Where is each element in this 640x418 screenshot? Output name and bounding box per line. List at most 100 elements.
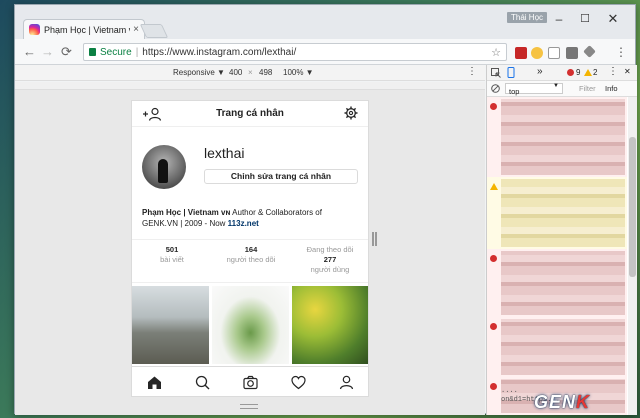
profile-header: Trang cá nhân bbox=[132, 101, 368, 127]
tab-title: Phạm Học | Vietnam vn bbox=[44, 24, 131, 35]
resize-handle-bottom[interactable] bbox=[240, 404, 258, 409]
page-title: Trang cá nhân bbox=[216, 108, 284, 119]
resize-handle-right[interactable] bbox=[372, 232, 377, 246]
bookmark-star-icon[interactable]: ☆ bbox=[491, 46, 501, 59]
device-mode-select[interactable]: Responsive ▼ bbox=[173, 68, 225, 77]
profile-stats: 501 bài viết 164 người theo dõi Đang the… bbox=[132, 239, 368, 283]
chevron-down-icon: ▼ bbox=[553, 83, 559, 89]
profile-badge[interactable]: Thái Học bbox=[507, 12, 548, 23]
extension-icon[interactable] bbox=[531, 47, 543, 59]
watermark-text: GEN bbox=[534, 392, 577, 412]
minimize-button[interactable]: – bbox=[549, 11, 569, 27]
maximize-button[interactable]: ☐ bbox=[575, 11, 595, 27]
context-value: top bbox=[509, 87, 520, 96]
search-icon[interactable] bbox=[195, 375, 210, 390]
close-window-button[interactable]: ✕ bbox=[603, 11, 623, 27]
extension-icon[interactable] bbox=[515, 47, 527, 59]
secure-label: Secure bbox=[100, 46, 132, 58]
browser-tab[interactable]: Phạm Học | Vietnam vn × bbox=[23, 19, 145, 39]
home-icon[interactable] bbox=[147, 375, 162, 390]
bio-name: Phạm Học | Vietnam vɴ bbox=[142, 208, 231, 217]
bottom-tab-bar bbox=[132, 366, 368, 396]
watermark-accent: K bbox=[576, 392, 591, 412]
devtools-panel: » 9 2 ⋮ ✕ top ▼ Filter Info .... on&d1=h… bbox=[486, 65, 637, 415]
more-tabs-icon[interactable]: » bbox=[537, 66, 543, 77]
ruler bbox=[15, 82, 485, 90]
console-filter-bar: top ▼ Filter Info bbox=[487, 81, 637, 97]
heart-icon[interactable] bbox=[291, 375, 306, 390]
devtools-close-icon[interactable]: ✕ bbox=[624, 67, 631, 76]
zoom-select[interactable]: 100% ▼ bbox=[283, 68, 314, 77]
stat-label-prefix: Đang theo dõi bbox=[306, 245, 354, 254]
photo-thumbnail[interactable] bbox=[292, 286, 368, 364]
stat-label: bài viết bbox=[160, 255, 184, 264]
stat-label: người dùng bbox=[310, 265, 350, 274]
camera-icon[interactable] bbox=[243, 375, 258, 390]
stat-following[interactable]: Đang theo dõi 277 người dùng bbox=[295, 245, 365, 275]
url-input[interactable]: Secure | https://www.instagram.com/lexth… bbox=[83, 43, 507, 61]
blurred-content bbox=[501, 179, 625, 247]
error-icon bbox=[490, 255, 497, 262]
devtools-toolbar: » 9 2 ⋮ ✕ bbox=[487, 65, 637, 81]
blurred-content bbox=[501, 99, 625, 175]
extension-icon[interactable] bbox=[548, 47, 560, 59]
viewport-height-input[interactable]: 498 bbox=[259, 68, 272, 77]
title-bar: Phạm Học | Vietnam vn × Thái Học – ☐ ✕ bbox=[15, 5, 635, 39]
warning-icon bbox=[490, 183, 498, 190]
warning-icon bbox=[584, 69, 592, 76]
scrollbar-thumb[interactable] bbox=[629, 137, 636, 277]
photo-thumbnail[interactable] bbox=[132, 286, 209, 364]
console-warning-message[interactable] bbox=[487, 177, 627, 249]
stat-posts[interactable]: 501 bài viết bbox=[137, 245, 207, 265]
instagram-favicon-icon bbox=[29, 24, 40, 35]
filter-input[interactable]: Filter bbox=[579, 84, 596, 93]
error-icon bbox=[567, 69, 574, 76]
console-error-message[interactable] bbox=[487, 249, 627, 317]
console-error-message[interactable] bbox=[487, 317, 627, 377]
warning-count[interactable]: 2 bbox=[593, 68, 597, 77]
profile-icon[interactable] bbox=[339, 375, 354, 390]
viewport-width-input[interactable]: 400 bbox=[229, 68, 242, 77]
devtools-menu-icon[interactable]: ⋮ bbox=[608, 66, 618, 77]
browser-window: Phạm Học | Vietnam vn × Thái Học – ☐ ✕ ←… bbox=[14, 4, 637, 415]
device-toolbar-menu-icon[interactable]: ⋮ bbox=[467, 66, 477, 77]
extension-icon[interactable] bbox=[566, 47, 578, 59]
stat-label: người theo dõi bbox=[226, 255, 276, 264]
photo-grid bbox=[132, 286, 368, 366]
profile-bio: Phạm Học | Vietnam vɴ Author & Collabora… bbox=[142, 207, 360, 229]
bio-link[interactable]: 113z.net bbox=[228, 219, 259, 228]
stat-value: 277 bbox=[323, 255, 337, 264]
blurred-content bbox=[501, 251, 625, 315]
edit-profile-button[interactable]: Chỉnh sửa trang cá nhân bbox=[204, 169, 358, 184]
photo-thumbnail[interactable] bbox=[212, 286, 289, 364]
level-select[interactable]: Info bbox=[605, 84, 618, 93]
console-messages bbox=[487, 97, 627, 415]
tab-close-icon[interactable]: × bbox=[133, 24, 139, 35]
address-bar-row: ← → ⟳ Secure | https://www.instagram.com… bbox=[15, 39, 635, 65]
device-toolbar: Responsive ▼ 400 × 498 100% ▼ ⋮ bbox=[15, 65, 485, 81]
stat-value: 501 bbox=[165, 245, 179, 254]
error-icon bbox=[490, 323, 497, 330]
settings-gear-icon[interactable] bbox=[344, 106, 358, 120]
url-separator: | bbox=[135, 46, 139, 58]
blurred-content bbox=[501, 319, 625, 375]
clear-console-icon[interactable] bbox=[491, 84, 500, 93]
extension-icon[interactable] bbox=[583, 45, 596, 58]
dimension-separator: × bbox=[248, 68, 253, 77]
device-toggle-icon[interactable] bbox=[506, 67, 516, 78]
reload-button[interactable]: ⟳ bbox=[61, 44, 72, 60]
genk-watermark-logo: GENK bbox=[534, 392, 590, 413]
forward-button[interactable]: → bbox=[41, 44, 54, 59]
back-button[interactable]: ← bbox=[23, 44, 36, 59]
url-text: https://www.instagram.com/lexthai/ bbox=[142, 46, 297, 58]
console-error-message[interactable] bbox=[487, 97, 627, 177]
error-count[interactable]: 9 bbox=[576, 68, 580, 77]
avatar[interactable] bbox=[142, 145, 186, 189]
username: lexthai bbox=[204, 145, 245, 161]
browser-menu-icon[interactable]: ⋮ bbox=[615, 45, 627, 59]
stat-followers[interactable]: 164 người theo dõi bbox=[216, 245, 286, 265]
console-scrollbar[interactable] bbox=[628, 97, 637, 415]
error-icon bbox=[490, 103, 497, 110]
error-icon bbox=[490, 383, 497, 390]
inspect-element-icon[interactable] bbox=[491, 68, 501, 78]
